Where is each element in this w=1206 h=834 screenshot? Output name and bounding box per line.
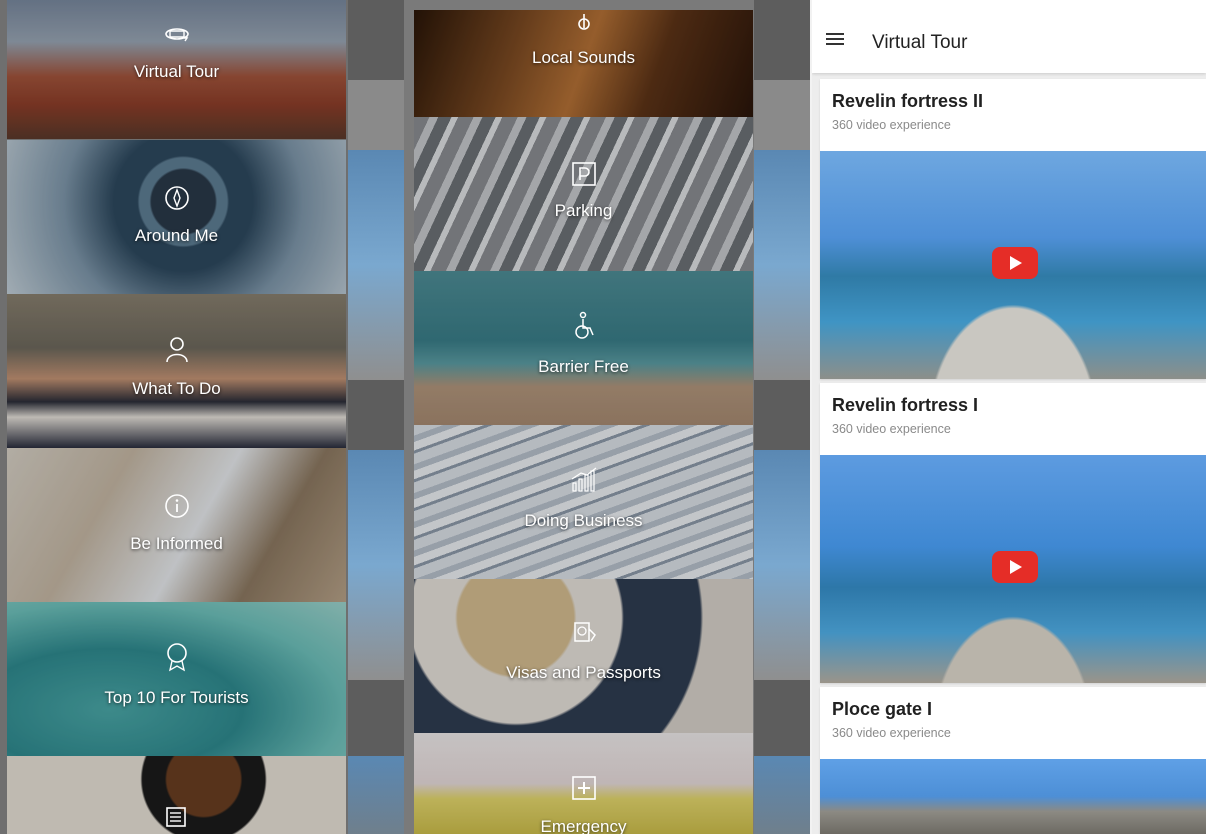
news-icon <box>7 804 346 834</box>
tile-top-10[interactable]: Top 10 For Tourists <box>7 602 346 756</box>
parking-icon <box>414 161 753 191</box>
tile-label: Emergency <box>540 817 627 834</box>
chart-icon <box>414 465 753 495</box>
tile-label: Local Sounds <box>531 48 636 67</box>
tile-label: Top 10 For Tourists <box>104 688 249 707</box>
video-subtitle: 360 video experience <box>832 726 951 740</box>
tile-barrier-free[interactable]: Barrier Free <box>414 271 753 425</box>
middle-menu-tiles: Local Sounds Parking Barrier Free Doing … <box>407 0 753 834</box>
tile-label: Virtual Tour <box>133 62 220 81</box>
tile-parking[interactable]: Parking <box>414 117 753 271</box>
background-strip <box>348 0 404 834</box>
tile-emergency[interactable]: Emergency <box>414 733 753 834</box>
background-strip <box>754 0 810 834</box>
person-icon <box>7 334 346 364</box>
video-subtitle: 360 video experience <box>832 118 951 132</box>
tile-virtual-tour[interactable]: Virtual Tour <box>7 0 346 139</box>
video-title: Ploce gate I <box>832 699 933 719</box>
tile-visas-passports[interactable]: Visas and Passports <box>414 579 753 733</box>
left-menu-panel: Virtual Tour Around Me What To Do Be Inf… <box>0 0 404 834</box>
hamburger-menu-icon[interactable] <box>826 30 850 50</box>
tile-around-me[interactable]: Around Me <box>7 140 346 294</box>
tile-label: What To Do <box>132 379 221 398</box>
tile-be-informed[interactable]: Be Informed <box>7 448 346 602</box>
video-card[interactable]: Ploce gate I 360 video experience <box>820 687 1206 834</box>
video-card[interactable]: Revelin fortress I 360 video experience <box>820 383 1206 683</box>
app-bar: Virtual Tour <box>812 0 1206 73</box>
tile-what-to-do[interactable]: What To Do <box>7 294 346 448</box>
compass-icon <box>7 184 346 214</box>
wheelchair-icon <box>414 311 753 341</box>
video-subtitle: 360 video experience <box>832 422 951 436</box>
video-title: Revelin fortress I <box>832 395 979 415</box>
music-icon <box>414 12 753 42</box>
left-menu-tiles: Virtual Tour Around Me What To Do Be Inf… <box>0 0 346 834</box>
info-icon <box>7 492 346 522</box>
video-title: Revelin fortress II <box>832 91 984 111</box>
tile-doing-business[interactable]: Doing Business <box>414 425 753 579</box>
tile-label: Barrier Free <box>538 357 629 376</box>
tile-local-sounds[interactable]: Local Sounds <box>414 10 753 117</box>
passport-icon <box>414 619 753 649</box>
page-title: Virtual Tour <box>872 32 968 53</box>
video-thumbnail[interactable] <box>820 151 1206 379</box>
youtube-play-icon[interactable] <box>992 247 1038 279</box>
video-card[interactable]: Revelin fortress II 360 video experience <box>820 79 1206 379</box>
video-thumbnail[interactable] <box>820 455 1206 683</box>
vr-360-icon <box>7 22 346 52</box>
tile-label: Doing Business <box>524 511 643 530</box>
tile-label: Around Me <box>134 226 219 245</box>
virtual-tour-screen: Virtual Tour Revelin fortress II 360 vid… <box>812 0 1206 834</box>
tile-label: Be Informed <box>130 534 223 553</box>
middle-menu-panel: Local Sounds Parking Barrier Free Doing … <box>404 0 810 834</box>
tile-label: Visas and Passports <box>506 663 661 682</box>
video-thumbnail[interactable] <box>820 759 1206 834</box>
youtube-play-icon[interactable] <box>992 551 1038 583</box>
tile-label: Parking <box>554 201 613 220</box>
tile-news[interactable] <box>7 756 346 834</box>
first-aid-icon <box>414 775 753 805</box>
award-icon <box>7 642 346 672</box>
